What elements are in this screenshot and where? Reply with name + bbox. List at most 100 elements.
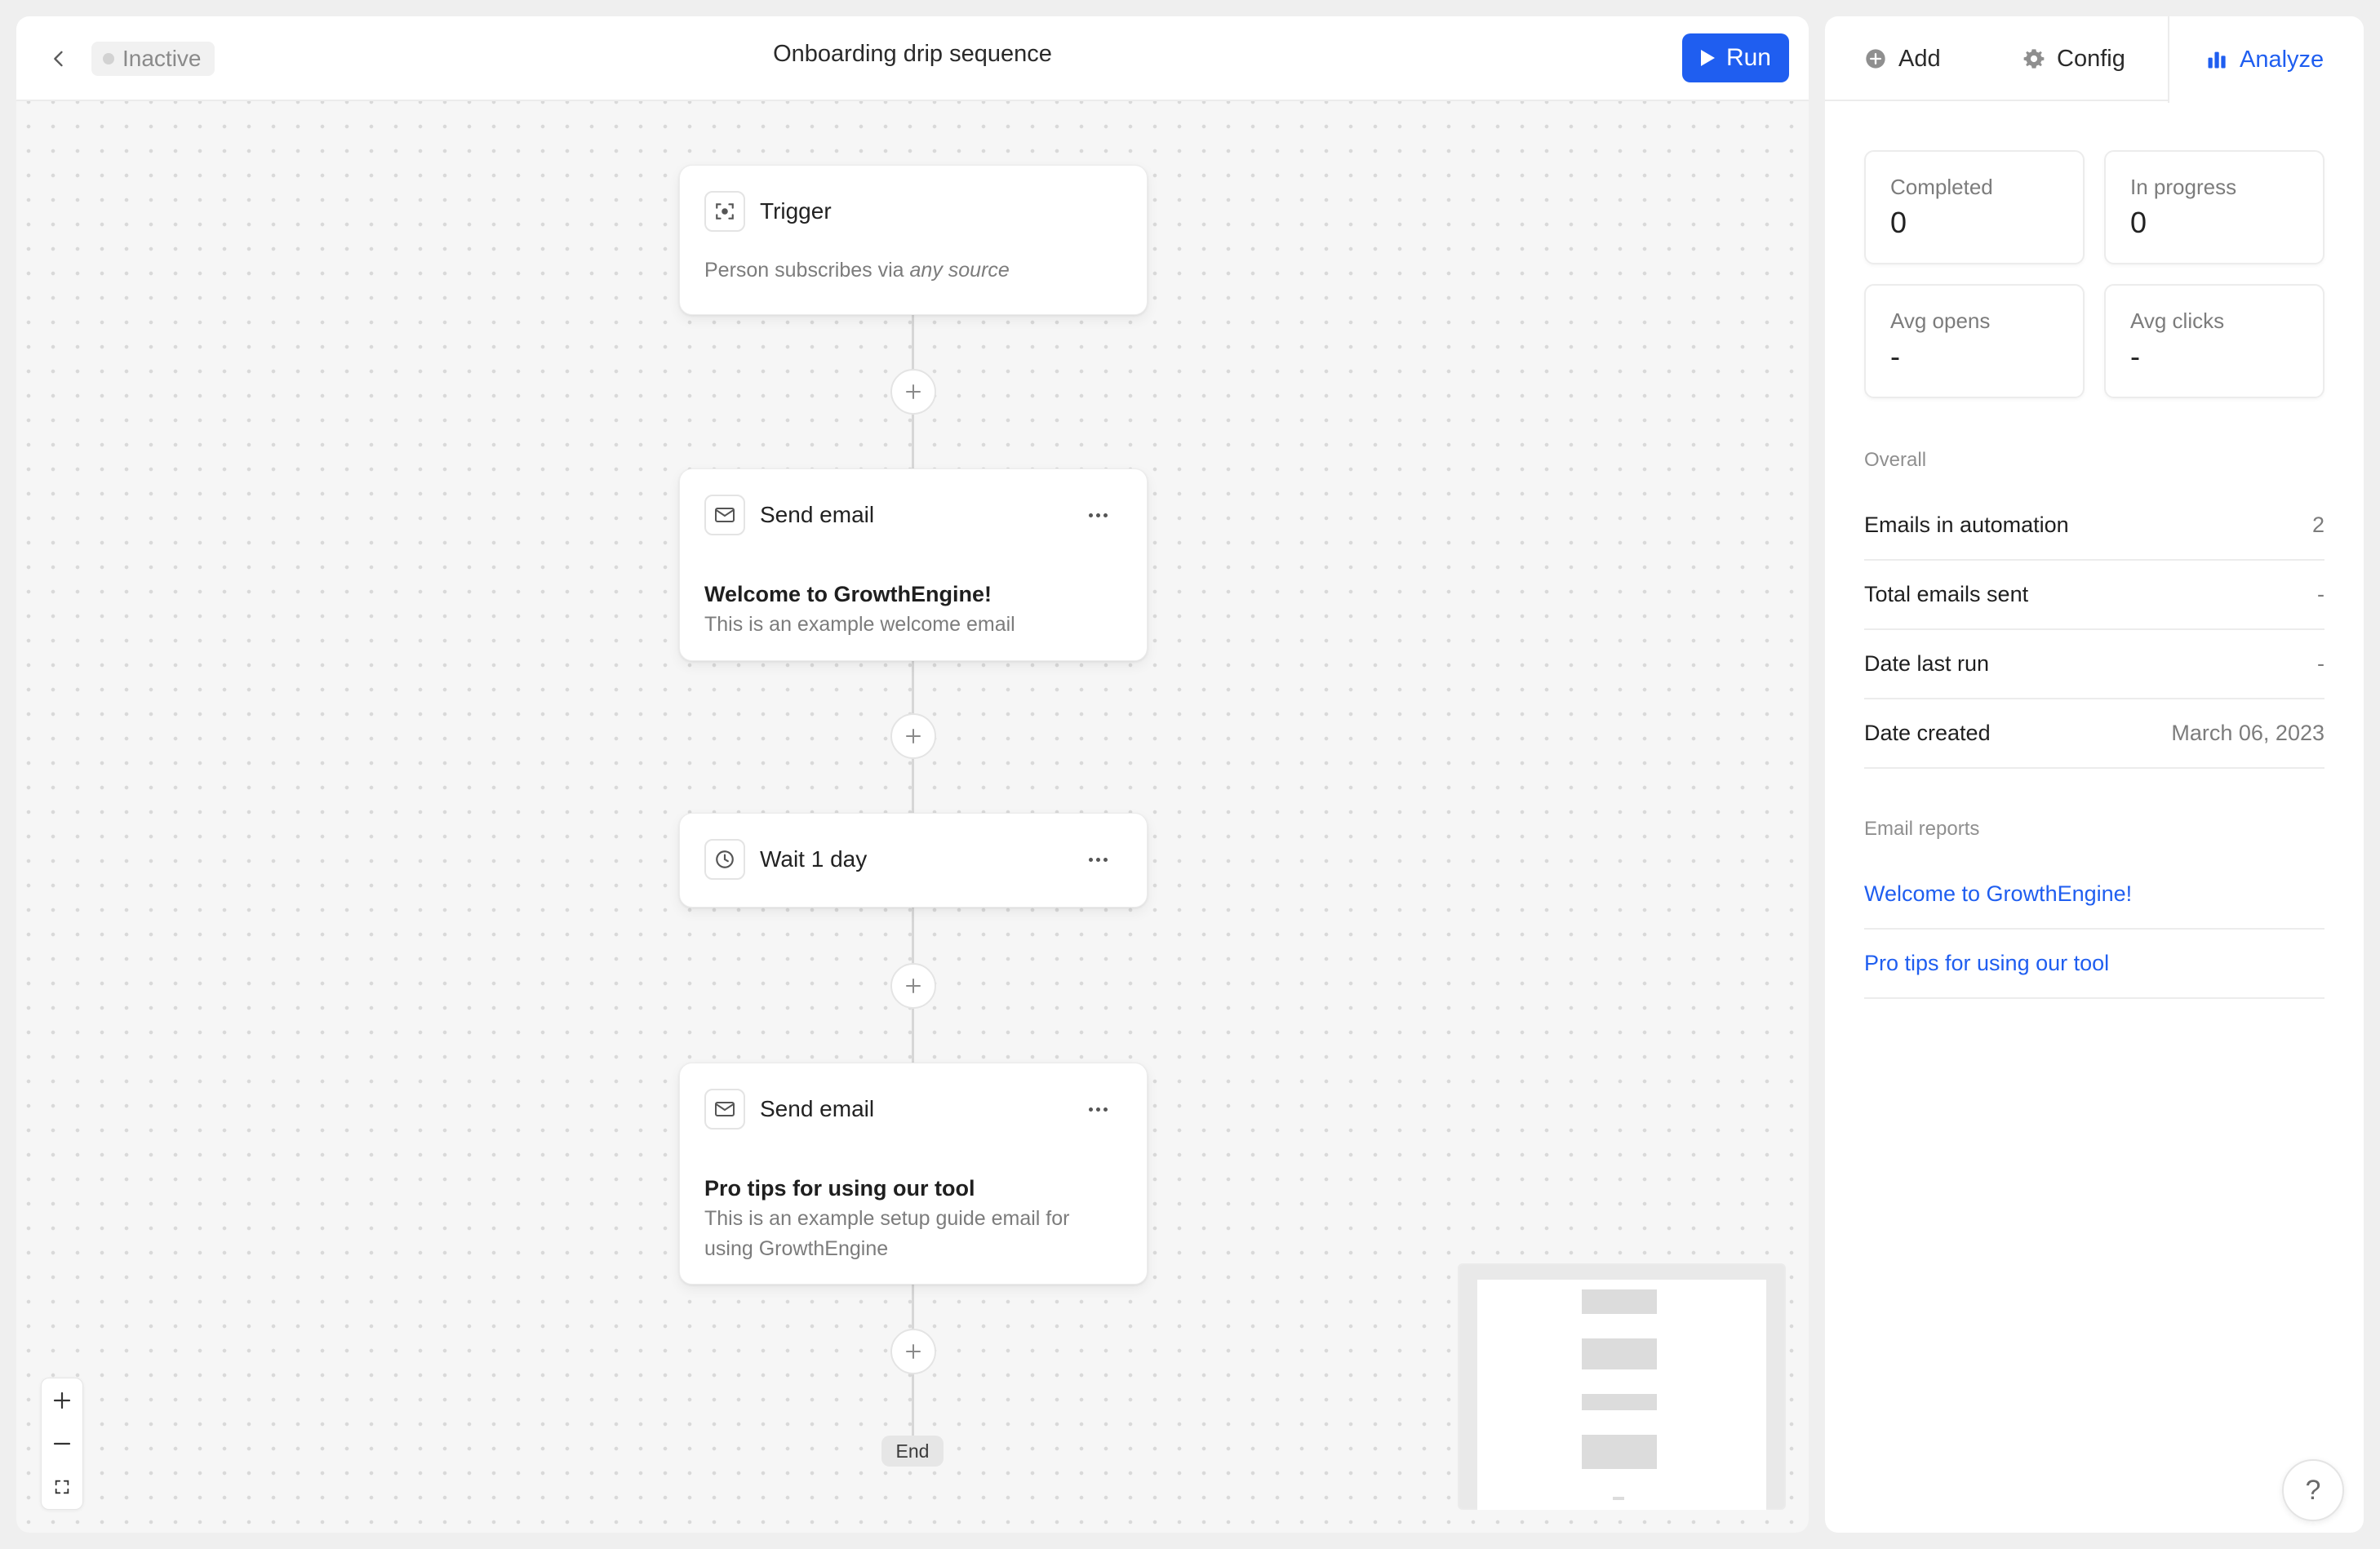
overall-row: Date created March 06, 2023 xyxy=(1864,699,2324,769)
wait-icon-box xyxy=(704,839,745,880)
panel-tabs: Add Config Analyze xyxy=(1825,16,2364,103)
email-report-link[interactable]: Welcome to GrowthEngine! xyxy=(1864,881,2132,907)
trigger-title: Trigger xyxy=(760,198,832,224)
flow-canvas[interactable]: Inactive Onboarding drip sequence Run Tr… xyxy=(16,16,1809,1533)
node-type-label: Send email xyxy=(760,502,875,527)
email-description-line: using GrowthEngine xyxy=(704,1237,889,1260)
email-title: Pro tips for using our tool xyxy=(704,1176,975,1201)
plus-icon xyxy=(53,1391,71,1409)
tab-analyze[interactable]: Analyze xyxy=(2168,16,2364,103)
trigger-desc-prefix: Person subscribes via xyxy=(704,259,904,282)
overall-row-key: Date created xyxy=(1864,721,1991,745)
add-step-button[interactable] xyxy=(890,369,936,415)
stat-label: In progress xyxy=(2130,175,2237,199)
chevron-left-icon xyxy=(54,51,63,67)
overall-row-key: Date last run xyxy=(1864,651,1990,676)
stat-card-completed: Completed 0 xyxy=(1864,150,2085,264)
stat-value: - xyxy=(2130,340,2140,373)
email-icon-box xyxy=(704,1089,745,1130)
fit-view-button[interactable] xyxy=(42,1466,82,1509)
section-label-email-reports: Email reports xyxy=(1864,818,1980,840)
analytics-panel: Add Config Analyze Completed 0 In progre… xyxy=(1825,16,2364,1533)
add-step-button[interactable] xyxy=(890,1329,936,1374)
tab-analyze-label: Analyze xyxy=(2240,46,2324,73)
tab-config[interactable]: Config xyxy=(2023,16,2125,101)
more-options-icon[interactable] xyxy=(1081,1101,1114,1117)
section-label-overall: Overall xyxy=(1864,449,1927,471)
zoom-out-button[interactable] xyxy=(42,1422,82,1465)
stat-card-avg-opens: Avg opens - xyxy=(1864,284,2085,398)
email-icon-box xyxy=(704,495,745,535)
wait-node[interactable]: Wait 1 day xyxy=(679,813,1148,908)
help-button[interactable]: ? xyxy=(2282,1459,2344,1521)
editor-topbar: Inactive Onboarding drip sequence Run xyxy=(16,16,1809,101)
more-options-icon[interactable] xyxy=(1081,851,1114,868)
stat-value: 0 xyxy=(2130,206,2147,239)
minimap-node xyxy=(1582,1435,1657,1469)
minus-icon xyxy=(53,1442,71,1445)
trigger-node[interactable]: Trigger Person subscribes via any source xyxy=(679,165,1148,315)
email-description: This is an example welcome email xyxy=(704,613,1015,636)
stat-card-in-progress: In progress 0 xyxy=(2104,150,2324,264)
trigger-description: Person subscribes via any source xyxy=(704,255,1010,286)
play-icon xyxy=(1700,50,1715,66)
add-step-button[interactable] xyxy=(890,963,936,1009)
minimap-node xyxy=(1613,1497,1624,1500)
minimap[interactable] xyxy=(1458,1263,1786,1510)
clock-icon xyxy=(716,850,734,868)
overall-row-key: Total emails sent xyxy=(1864,582,2029,606)
overall-row: Total emails sent - xyxy=(1864,561,2324,630)
email-description: This is an example setup guide email for… xyxy=(704,1204,1069,1264)
stat-label: Avg clicks xyxy=(2130,308,2225,333)
status-dot-icon xyxy=(103,53,114,64)
trigger-source[interactable]: any source xyxy=(910,259,1010,282)
plus-icon xyxy=(906,729,921,743)
zoom-in-button[interactable] xyxy=(42,1378,82,1422)
tab-config-label: Config xyxy=(2057,45,2125,72)
stat-label: Avg opens xyxy=(1890,308,1991,333)
run-button[interactable]: Run xyxy=(1681,33,1789,82)
more-options-icon[interactable] xyxy=(1081,507,1114,523)
status-label: Inactive xyxy=(122,46,202,71)
status-badge: Inactive xyxy=(91,42,215,76)
gear-icon xyxy=(2023,49,2045,69)
stat-label: Completed xyxy=(1890,175,1993,199)
stat-value: - xyxy=(1890,340,1900,373)
overall-row: Date last run - xyxy=(1864,630,2324,699)
run-button-label: Run xyxy=(1725,44,1771,71)
stat-value: 0 xyxy=(1890,206,1907,239)
report-row: Welcome to GrowthEngine! xyxy=(1864,860,2324,930)
mail-icon xyxy=(715,508,735,522)
minimap-viewport[interactable] xyxy=(1477,1280,1766,1510)
focus-target-icon xyxy=(716,203,734,220)
plus-circle-icon xyxy=(1866,49,1885,69)
minimap-node xyxy=(1582,1394,1657,1410)
overall-row-value: March 06, 2023 xyxy=(2171,721,2324,745)
node-type-label: Send email xyxy=(760,1096,875,1121)
email-description-line: This is an example setup guide email for xyxy=(704,1207,1070,1230)
plus-icon xyxy=(906,979,921,993)
page-title: Onboarding drip sequence xyxy=(773,41,1052,67)
plus-icon xyxy=(906,1344,921,1359)
stat-card-avg-clicks: Avg clicks - xyxy=(2104,284,2324,398)
overall-row-value: 2 xyxy=(2311,513,2324,537)
minimap-node xyxy=(1582,1289,1657,1314)
report-row: Pro tips for using our tool xyxy=(1864,930,2324,999)
trigger-icon-box xyxy=(704,191,745,232)
email-title: Welcome to GrowthEngine! xyxy=(704,582,992,606)
overall-row-key: Emails in automation xyxy=(1864,513,2069,537)
email-report-link[interactable]: Pro tips for using our tool xyxy=(1864,951,2109,976)
bar-chart-icon xyxy=(2208,51,2226,69)
zoom-controls xyxy=(41,1378,83,1510)
expand-icon xyxy=(55,1480,69,1494)
add-step-button[interactable] xyxy=(890,713,936,759)
automation-editor: Inactive Onboarding drip sequence Run Tr… xyxy=(0,0,2380,1549)
tab-add-label: Add xyxy=(1898,45,1941,72)
send-email-node[interactable]: Send email Welcome to GrowthEngine! This… xyxy=(679,468,1148,661)
plus-icon xyxy=(906,384,921,399)
tab-add[interactable]: Add xyxy=(1864,16,1941,101)
node-type-label: Wait 1 day xyxy=(760,846,868,872)
overall-row: Emails in automation 2 xyxy=(1864,491,2324,561)
send-email-node[interactable]: Send email Pro tips for using our tool T… xyxy=(679,1063,1148,1285)
back-button[interactable] xyxy=(38,38,80,80)
